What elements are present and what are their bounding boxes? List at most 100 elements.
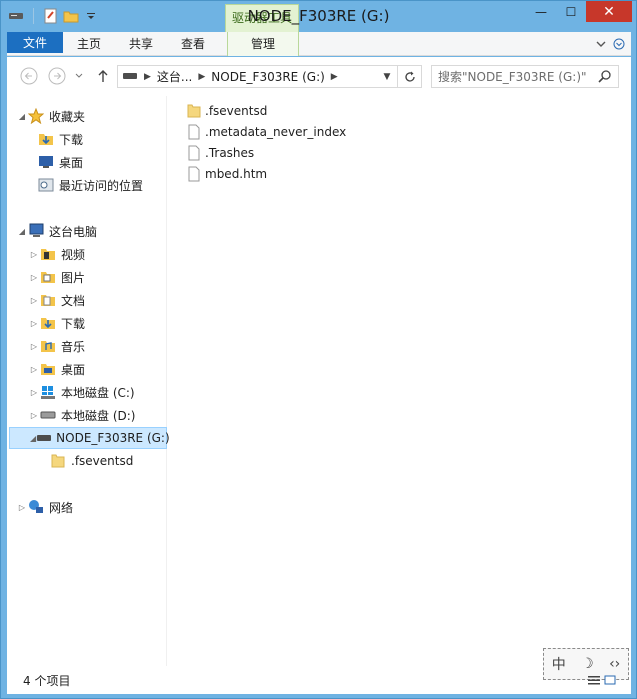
tree-label: 桌面 [61,362,86,377]
videos-folder-icon [39,245,57,263]
file-list: .fseventsd .metadata_never_index .Trashe… [185,100,346,184]
up-button[interactable] [93,66,113,86]
downloads-folder-icon [37,130,55,148]
tree-label: 桌面 [59,155,84,170]
window-controls: — ☐ ✕ [526,1,632,22]
folder-icon [185,102,203,120]
punctuation-icon[interactable]: ‹› [609,656,620,672]
tree-item-desktop-pc[interactable]: ▷ 桌面 [29,358,85,380]
help-icon[interactable] [593,36,609,52]
tree-label: 收藏夹 [49,109,86,124]
desktop-folder-icon [39,360,57,378]
tree-item-local-disk-c[interactable]: ▷ 本地磁盘 (C:) [29,381,135,403]
tab-file[interactable]: 文件 [7,32,64,53]
drive-icon [122,70,138,84]
tree-item-local-disk-d[interactable]: ▷ 本地磁盘 (D:) [29,404,136,426]
refresh-button[interactable] [397,66,421,87]
view-toggle [587,674,617,686]
list-item[interactable]: mbed.htm [185,163,346,184]
music-folder-icon [39,337,57,355]
list-item[interactable]: .fseventsd [185,100,346,121]
file-icon [185,144,203,162]
list-item[interactable]: .Trashes [185,142,346,163]
tree-label: 这台电脑 [49,224,98,239]
tree-item-documents[interactable]: ▷ 文档 [29,289,85,311]
list-item[interactable]: .metadata_never_index [185,121,346,142]
breadcrumb-drive[interactable]: NODE_F303RE (G:) [211,70,325,84]
expanded-arrow-icon[interactable]: ◢ [17,112,27,121]
address-bar[interactable]: ▶ 这台... ▶ NODE_F303RE (G:) ▶ ▼ [117,65,422,88]
search-box[interactable]: 搜索"NODE_F303RE (G:)" [431,65,619,88]
network-icon [27,498,45,516]
tree-label: NODE_F303RE (G:) [56,431,170,445]
file-icon [185,123,203,141]
collapsed-arrow-icon[interactable]: ▷ [29,342,39,351]
details-view-icon[interactable] [587,674,601,686]
tree-label: 本地磁盘 (C:) [61,385,135,400]
removable-drive-icon [36,429,52,447]
tab-share[interactable]: 共享 [115,32,167,56]
back-button[interactable] [19,66,39,86]
large-icons-view-icon[interactable] [603,674,617,686]
forward-button[interactable] [47,66,67,86]
content-area: ◢ 收藏夹 下载 桌面 最近访问的位置 ◢ 这台电脑 ▷ 视频 ▷ 图片 ▷ 文… [7,96,631,666]
collapsed-arrow-icon[interactable]: ▷ [29,273,39,282]
chevron-right-icon[interactable]: ▶ [144,72,151,82]
maximize-button[interactable]: ☐ [556,1,586,22]
downloads-folder-icon [39,314,57,332]
collapsed-arrow-icon[interactable]: ▷ [29,388,39,397]
recent-locations-icon[interactable] [73,66,85,86]
status-bar: 4 个项目 [7,666,631,694]
half-width-moon-icon[interactable]: ☽ [581,656,594,672]
ime-mode[interactable]: 中 [552,654,566,674]
chevron-right-icon[interactable]: ▶ [198,72,205,82]
minimize-button[interactable]: — [526,1,556,22]
hard-drive-icon [39,406,57,424]
collapsed-arrow-icon[interactable]: ▷ [17,503,27,512]
chevron-right-icon[interactable]: ▶ [331,72,338,82]
tree-label: 图片 [61,270,86,285]
tree-label: 网络 [49,500,74,515]
close-button[interactable]: ✕ [586,1,632,22]
tree-item-favorites[interactable]: ◢ 收藏夹 [17,105,85,127]
tree-item-downloads-pc[interactable]: ▷ 下载 [29,312,85,334]
search-icon[interactable] [598,69,612,86]
expand-ribbon-icon[interactable] [611,36,627,52]
collapsed-arrow-icon[interactable]: ▷ [29,296,39,305]
collapsed-arrow-icon[interactable]: ▷ [29,411,39,420]
title-bar: 驱动器工具 NODE_F303RE (G:) — ☐ ✕ [1,1,636,32]
tab-view[interactable]: 查看 [167,32,219,56]
tree-item-downloads[interactable]: 下载 [37,128,83,150]
file-icon [185,165,203,183]
tree-item-pictures[interactable]: ▷ 图片 [29,266,85,288]
computer-icon [27,222,45,240]
tree-label: 最近访问的位置 [59,178,144,193]
tree-item-videos[interactable]: ▷ 视频 [29,243,85,265]
tree-item-music[interactable]: ▷ 音乐 [29,335,85,357]
breadcrumb-this-pc[interactable]: 这台... [157,68,192,85]
collapsed-arrow-icon[interactable]: ▷ [29,365,39,374]
search-placeholder: 搜索"NODE_F303RE (G:)" [438,70,587,84]
file-name: .metadata_never_index [205,124,347,139]
collapsed-arrow-icon[interactable]: ▷ [29,250,39,259]
tree-item-desktop[interactable]: 桌面 [37,151,83,173]
expanded-arrow-icon[interactable]: ◢ [17,227,27,236]
chevron-down-icon[interactable]: ▼ [379,69,395,85]
tree-label: 视频 [61,247,86,262]
navigation-bar: ▶ 这台... ▶ NODE_F303RE (G:) ▶ ▼ 搜索"NODE_F… [7,57,631,96]
desktop-icon [37,153,55,171]
tree-label: 音乐 [61,339,86,354]
tree-item-fseventsd[interactable]: .fseventsd [49,450,133,472]
tree-item-network[interactable]: ▷ 网络 [17,496,73,518]
tree-label: 下载 [59,132,84,147]
tab-manage[interactable]: 管理 [227,32,300,56]
file-name: mbed.htm [205,166,268,181]
pictures-folder-icon [39,268,57,286]
tree-item-recent[interactable]: 最近访问的位置 [37,174,143,196]
tree-label: .fseventsd [71,454,134,468]
tab-home[interactable]: 主页 [63,32,115,56]
tree-item-node-drive[interactable]: ◢ NODE_F303RE (G:) [9,427,170,449]
tree-item-this-pc[interactable]: ◢ 这台电脑 [17,220,97,242]
navigation-pane: ◢ 收藏夹 下载 桌面 最近访问的位置 ◢ 这台电脑 ▷ 视频 ▷ 图片 ▷ 文… [7,96,170,666]
collapsed-arrow-icon[interactable]: ▷ [29,319,39,328]
